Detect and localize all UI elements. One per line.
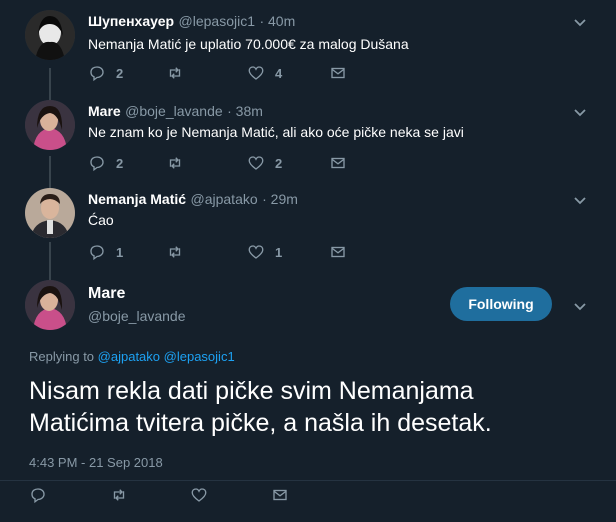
retweet-icon [113,489,125,501]
main-tweet-text: Nisam rekla dati pičke svim Nemanjama Ma… [29,375,492,439]
avatar[interactable] [25,188,75,238]
dm-button[interactable] [271,486,299,504]
author-name[interactable]: Шупенхауер [88,13,174,29]
author-handle[interactable]: @ajpatako [191,191,258,207]
retweet-icon [169,67,181,79]
author-name[interactable]: Nemanja Matić [88,191,186,207]
reply-button[interactable]: 2 [88,64,123,82]
reply-icon [90,66,104,82]
reply-icon [90,156,104,172]
like-button[interactable]: 1 [247,243,282,261]
chevron-down-icon[interactable] [572,298,588,314]
text-line: Nisam rekla dati pičke svim Nemanjama [29,377,474,405]
reply-button[interactable]: 2 [88,154,123,172]
main-tweet: Mare @boje_lavande Following Replying to… [0,270,616,522]
author-name[interactable]: Mare [88,103,121,119]
retweet-button[interactable] [166,154,194,172]
reply-count: 1 [116,244,124,260]
reply-icon [90,245,104,261]
tweet-time[interactable]: · 40m [259,13,295,29]
reply-icon [31,488,45,504]
author-handle[interactable]: @boje_lavande [125,103,223,119]
retweet-button[interactable] [110,486,138,504]
text-line: Matićima tvitera pičke, a našla ih deset… [29,409,492,437]
like-icon [248,245,264,259]
author-handle[interactable]: @lepasojic1 [179,13,255,29]
tweet-text: Ćao [88,212,114,228]
author-name[interactable]: Mare [88,285,125,303]
dm-icon [331,246,345,258]
timestamp[interactable]: 4:43 PM - 21 Sep 2018 [29,455,163,470]
tweet[interactable]: Nemanja Matić @ajpatako · 29m Ćao 1 1 [0,180,616,270]
tweet[interactable]: Mare @boje_lavande · 38m Ne znam ko je N… [0,92,616,180]
author-handle[interactable]: @boje_lavande [88,308,186,324]
dm-button[interactable] [329,154,357,172]
replying-to: Replying to @ajpatako @lepasojic1 [29,349,235,364]
reply-user-link[interactable]: @lepasojic1 [164,349,235,364]
reply-button[interactable] [29,486,57,504]
divider [0,480,616,481]
like-icon [248,156,264,170]
reply-count: 2 [116,65,124,81]
reply-user-link[interactable]: @ajpatako [98,349,160,364]
like-count: 4 [275,65,283,81]
retweet-button[interactable] [166,243,194,261]
avatar[interactable] [25,10,75,60]
chevron-down-icon[interactable] [572,14,588,30]
like-button[interactable] [190,486,218,504]
retweet-icon [169,246,181,258]
like-count: 2 [275,155,283,171]
tweet-time[interactable]: · 29m [262,191,298,207]
following-button[interactable]: Following [450,287,552,321]
chevron-down-icon[interactable] [572,192,588,208]
avatar[interactable] [25,100,75,150]
dm-button[interactable] [329,64,357,82]
like-count: 1 [275,244,283,260]
like-icon [191,488,207,502]
reply-count: 2 [116,155,124,171]
tweet-text: Ne znam ko je Nemanja Matić, ali ako oće… [88,124,464,140]
dm-icon [273,489,287,501]
like-button[interactable]: 2 [247,154,282,172]
like-icon [248,66,264,80]
avatar[interactable] [25,280,75,330]
replying-prefix: Replying to [29,349,95,364]
tweet-time[interactable]: · 38m [227,103,263,119]
dm-button[interactable] [329,243,357,261]
like-button[interactable]: 4 [247,64,282,82]
reply-button[interactable]: 1 [88,243,123,261]
chevron-down-icon[interactable] [572,104,588,120]
retweet-icon [169,157,181,169]
dm-icon [331,157,345,169]
tweet[interactable]: Шупенхауер @lepasojic1 · 40m Nemanja Mat… [0,0,616,92]
tweet-text: Nemanja Matić je uplatio 70.000€ za malo… [88,36,409,52]
retweet-button[interactable] [166,64,194,82]
dm-icon [331,67,345,79]
